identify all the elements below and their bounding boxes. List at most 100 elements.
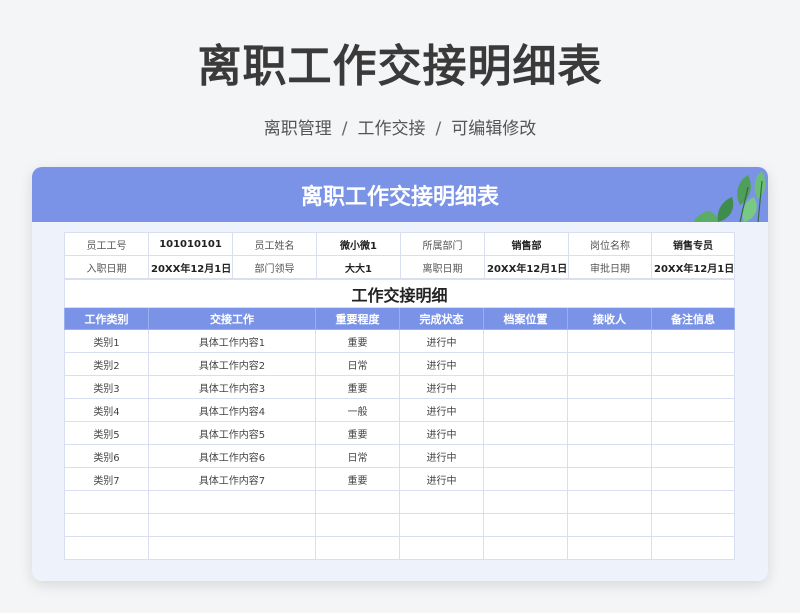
table-cell[interactable] (567, 490, 652, 514)
table-cell[interactable] (64, 536, 149, 560)
table-cell[interactable] (148, 513, 316, 537)
table-cell[interactable] (483, 513, 568, 537)
table-cell[interactable] (650, 352, 736, 376)
table-cell[interactable] (483, 536, 568, 560)
info-value[interactable]: 微小微1 (316, 232, 401, 256)
table-cell[interactable] (483, 444, 568, 468)
table-cell[interactable] (650, 421, 736, 445)
form-card: 离职工作交接明细表 员工工号 101010101 员工姓名 微小微1 所属部门 … (32, 167, 768, 581)
table-cell[interactable] (483, 398, 568, 422)
table-cell[interactable]: 类别4 (64, 398, 149, 422)
table-cell[interactable]: 进行中 (399, 375, 484, 399)
column-header: 工作类别 (64, 307, 149, 330)
table-cell[interactable] (650, 536, 736, 560)
table-cell[interactable] (483, 375, 568, 399)
table-cell[interactable] (148, 536, 316, 560)
table-cell[interactable] (483, 421, 568, 445)
table-cell[interactable] (567, 329, 652, 353)
leaves-icon (694, 171, 766, 222)
table-cell[interactable]: 一般 (315, 398, 400, 422)
table-cell[interactable]: 具体工作内容6 (148, 444, 316, 468)
table-cell[interactable] (64, 490, 149, 514)
table-cell[interactable] (650, 467, 736, 491)
table-cell[interactable]: 具体工作内容5 (148, 421, 316, 445)
table-cell[interactable] (567, 398, 652, 422)
table-cell[interactable]: 进行中 (399, 398, 484, 422)
table-cell[interactable] (483, 329, 568, 353)
table-cell[interactable] (567, 536, 652, 560)
table-cell[interactable] (567, 352, 652, 376)
table-cell[interactable]: 进行中 (399, 352, 484, 376)
table-cell[interactable] (483, 467, 568, 491)
breadcrumb: 离职管理 / 工作交接 / 可编辑修改 (0, 114, 800, 139)
info-value[interactable]: 101010101 (148, 232, 233, 256)
table-cell[interactable] (567, 421, 652, 445)
table-cell[interactable] (315, 536, 400, 560)
table-cell[interactable] (399, 536, 484, 560)
column-header: 档案位置 (483, 307, 568, 330)
table-cell[interactable]: 重要 (315, 467, 400, 491)
table-cell[interactable]: 进行中 (399, 421, 484, 445)
table-cell[interactable]: 进行中 (399, 467, 484, 491)
table-cell[interactable] (567, 444, 652, 468)
table-cell[interactable]: 具体工作内容4 (148, 398, 316, 422)
table-cell[interactable]: 具体工作内容2 (148, 352, 316, 376)
breadcrumb-item[interactable]: 工作交接 (358, 119, 426, 139)
table-cell[interactable]: 进行中 (399, 444, 484, 468)
column-header: 接收人 (567, 307, 652, 330)
table-cell[interactable]: 具体工作内容7 (148, 467, 316, 491)
table-cell[interactable] (567, 467, 652, 491)
info-row: 员工工号 101010101 员工姓名 微小微1 所属部门 销售部 岗位名称 销… (64, 232, 735, 256)
table-cell[interactable] (483, 490, 568, 514)
card-title: 离职工作交接明细表 (300, 185, 499, 210)
table-cell[interactable]: 具体工作内容3 (148, 375, 316, 399)
info-value[interactable]: 20XX年12月1日 (148, 255, 233, 279)
table-cell[interactable] (399, 513, 484, 537)
handover-table: 工作交接明细 工作类别 交接工作 重要程度 完成状态 档案位置 接收人 备注信息… (63, 279, 736, 560)
table-row: 类别4 具体工作内容4 一般 进行中 (64, 398, 736, 422)
breadcrumb-item[interactable]: 可编辑修改 (451, 119, 536, 139)
table-cell[interactable] (650, 375, 736, 399)
info-label: 入职日期 (64, 255, 149, 279)
table-cell[interactable] (650, 398, 736, 422)
breadcrumb-item[interactable]: 离职管理 (264, 119, 332, 139)
table-cell[interactable]: 类别3 (64, 375, 149, 399)
table-row: 类别7 具体工作内容7 重要 进行中 (64, 467, 736, 491)
table-cell[interactable]: 进行中 (399, 329, 484, 353)
table-cell[interactable] (650, 490, 736, 514)
table-cell[interactable] (567, 513, 652, 537)
table-cell[interactable] (483, 352, 568, 376)
info-value[interactable]: 大大1 (316, 255, 401, 279)
table-cell[interactable]: 类别6 (64, 444, 149, 468)
table-cell[interactable] (315, 490, 400, 514)
table-row: 类别5 具体工作内容5 重要 进行中 (64, 421, 736, 445)
table-cell[interactable]: 类别2 (64, 352, 149, 376)
page-title: 离职工作交接明细表 (197, 41, 603, 92)
table-cell[interactable]: 具体工作内容1 (148, 329, 316, 353)
table-cell[interactable] (650, 444, 736, 468)
table-cell[interactable]: 重要 (315, 329, 400, 353)
table-cell[interactable]: 日常 (315, 444, 400, 468)
table-cell[interactable] (148, 490, 316, 514)
table-cell[interactable]: 日常 (315, 352, 400, 376)
table-cell[interactable] (64, 513, 149, 537)
table-cell[interactable] (315, 513, 400, 537)
table-cell[interactable]: 重要 (315, 375, 400, 399)
info-value[interactable]: 销售专员 (651, 232, 735, 256)
table-cell[interactable]: 类别7 (64, 467, 149, 491)
info-value[interactable]: 20XX年12月1日 (484, 255, 569, 279)
table-cell[interactable]: 类别5 (64, 421, 149, 445)
info-value[interactable]: 20XX年12月1日 (651, 255, 735, 279)
table-cell[interactable] (399, 490, 484, 514)
table-cell[interactable] (650, 329, 736, 353)
table-cell[interactable]: 类别1 (64, 329, 149, 353)
info-label: 所属部门 (400, 232, 485, 256)
table-cell[interactable] (650, 513, 736, 537)
card-header: 离职工作交接明细表 (32, 167, 768, 222)
table-header-row: 工作类别 交接工作 重要程度 完成状态 档案位置 接收人 备注信息 (64, 307, 736, 330)
table-cell[interactable]: 重要 (315, 421, 400, 445)
table-cell[interactable] (567, 375, 652, 399)
info-value[interactable]: 销售部 (484, 232, 569, 256)
column-header: 备注信息 (650, 307, 736, 330)
table-row (64, 536, 736, 560)
